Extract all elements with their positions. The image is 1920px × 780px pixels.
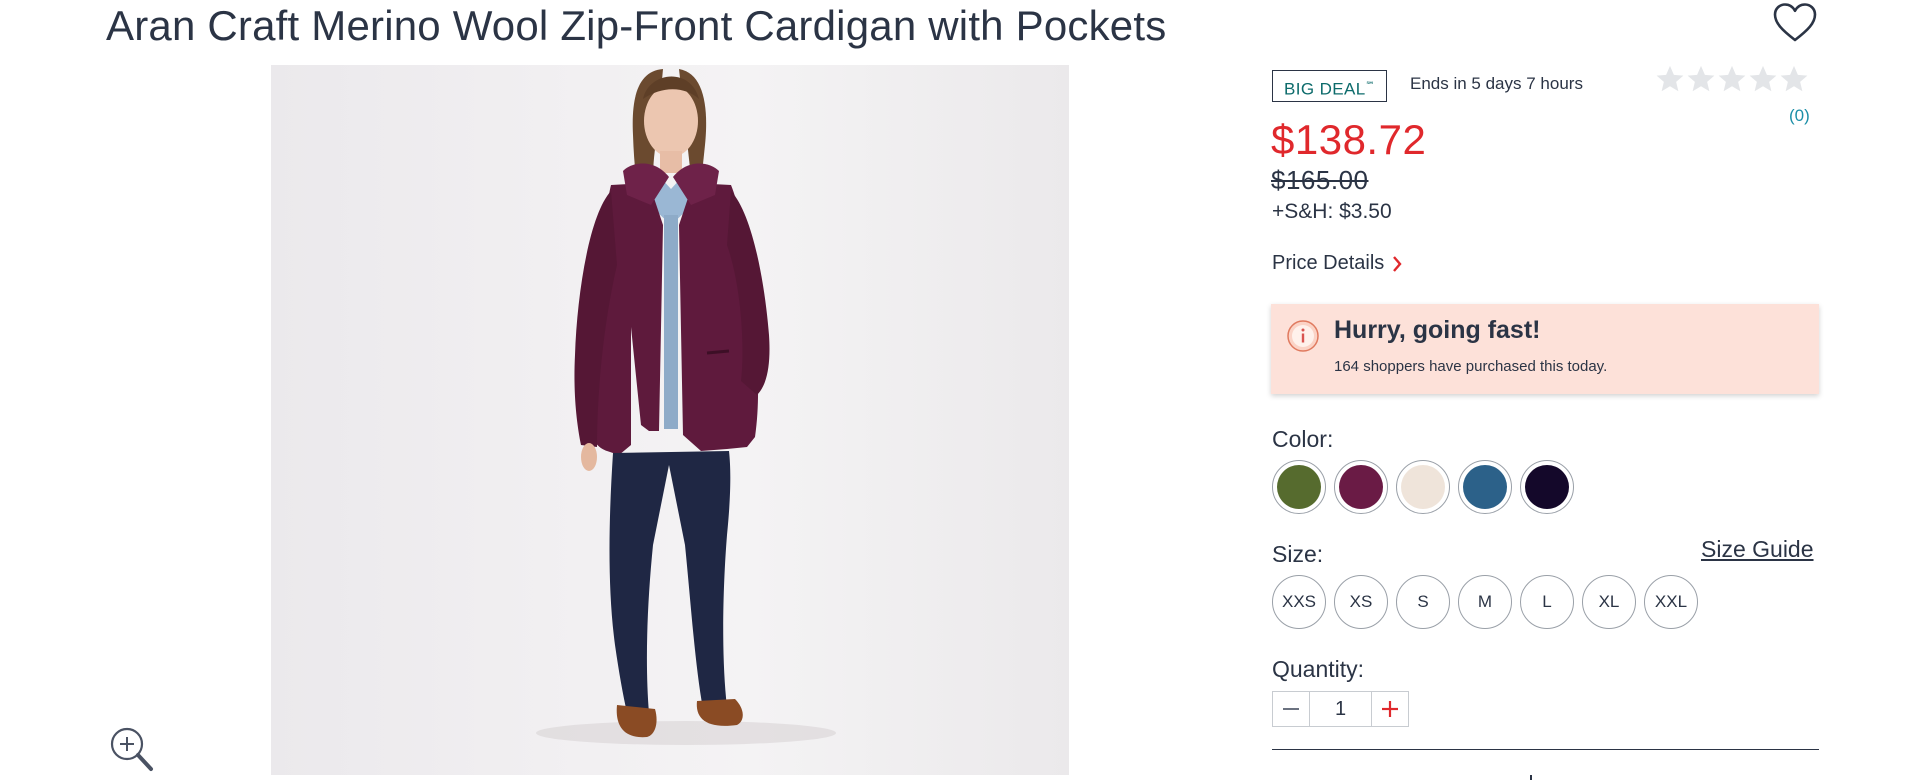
quantity-increase-button[interactable] [1372,692,1408,726]
divider-marker [1530,775,1532,780]
product-image[interactable] [271,65,1069,775]
price-details-label: Price Details [1272,252,1385,274]
color-swatch-navy[interactable] [1520,460,1574,514]
color-swatch-cream[interactable] [1396,460,1450,514]
color-label: Color: [1272,426,1334,452]
size-guide-link[interactable]: Size Guide [1701,536,1814,563]
size-option-xl[interactable]: XL [1582,575,1636,629]
color-swatch-olive[interactable] [1272,460,1326,514]
hurry-text: 164 shoppers have purchased this today. [1334,358,1608,375]
info-circle-icon [1287,320,1319,352]
size-option-m[interactable]: M [1458,575,1512,629]
star-icon [1687,65,1715,92]
quantity-decrease-button[interactable] [1273,692,1309,726]
zoom-in-icon[interactable] [108,726,154,772]
quantity-label: Quantity: [1272,656,1365,682]
service-mark: ℠ [1365,80,1376,90]
color-swatches [1272,460,1574,514]
hurry-alert: Hurry, going fast! 164 shoppers have pur… [1271,304,1819,394]
minus-icon [1283,708,1299,710]
size-option-xs[interactable]: XS [1334,575,1388,629]
color-swatch-blue[interactable] [1458,460,1512,514]
sale-price: $138.72 [1271,116,1427,163]
size-option-xxs[interactable]: XXS [1272,575,1326,629]
size-option-l[interactable]: L [1520,575,1574,629]
deal-countdown: Ends in 5 days 7 hours [1410,74,1583,93]
review-count-link[interactable]: (0) [1789,106,1810,126]
star-icon [1749,65,1777,92]
original-price: $165.00 [1271,165,1369,195]
plus-icon [1382,701,1398,717]
size-option-xxl[interactable]: XXL [1644,575,1698,629]
quantity-stepper: 1 [1272,691,1409,727]
hurry-title: Hurry, going fast! [1334,316,1541,344]
wishlist-heart-icon[interactable] [1772,2,1818,44]
shipping-handling: +S&H: $3.50 [1272,200,1392,223]
star-icon [1656,65,1684,92]
color-swatch-plum[interactable] [1334,460,1388,514]
product-title: Aran Craft Merino Wool Zip-Front Cardiga… [106,2,1167,49]
chevron-right-icon [1393,255,1402,272]
rating-stars[interactable] [1655,64,1809,94]
section-divider [1272,749,1819,750]
quantity-input[interactable]: 1 [1309,692,1372,726]
price-details-link[interactable]: Price Details [1272,252,1402,275]
big-deal-label: BIG DEAL [1284,79,1366,99]
star-icon [1718,65,1746,92]
star-icon [1780,65,1808,92]
size-options: XXS XS S M L XL XXL [1272,575,1698,629]
big-deal-badge: BIG DEAL℠ [1272,70,1388,102]
size-label: Size: [1272,541,1324,567]
size-option-s[interactable]: S [1396,575,1450,629]
